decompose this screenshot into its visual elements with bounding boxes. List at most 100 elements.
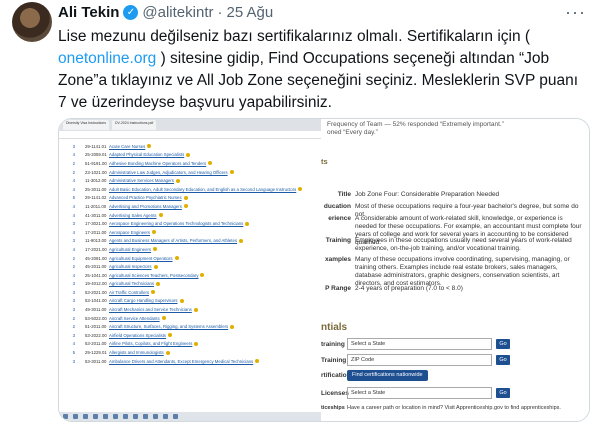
- occupation-title[interactable]: Aircraft Cargo Handling Supervisors: [109, 298, 178, 303]
- license-state-select[interactable]: Select a State: [347, 387, 492, 399]
- occupation-row[interactable]: 2 45-2091.00 Agricultural Equipment Oper…: [59, 254, 321, 263]
- occupation-row[interactable]: 3 19-4012.00 Agricultural Technicians: [59, 280, 321, 289]
- tweet-link[interactable]: onetonline.org: [58, 50, 156, 67]
- zone-number: 4: [72, 178, 75, 184]
- occupation-code: 17-2011.00: [85, 229, 107, 235]
- row-value: Many of these occupations involve coordi…: [355, 256, 570, 287]
- zone-number: 3: [72, 307, 75, 313]
- taskbar-icon: [153, 414, 158, 419]
- occupation-code: 53-2021.00: [85, 289, 107, 295]
- row-key: Training: [325, 237, 351, 244]
- zone-number: 4: [72, 272, 75, 278]
- occupation-title[interactable]: Administrative Services Managers: [109, 178, 174, 183]
- state-select[interactable]: Select a State: [347, 338, 492, 350]
- occupation-row[interactable]: 4 41-3011.00 Advertising Sales Agents: [59, 211, 321, 220]
- zone-number: 3: [72, 298, 75, 304]
- occupation-row[interactable]: 2 51-9191.00 Adhesive Bonding Machine Op…: [59, 159, 321, 168]
- license-form-row: Licenses Select a State Go: [321, 387, 510, 399]
- occupation-title[interactable]: Adult Basic Education, Adult Secondary E…: [109, 187, 296, 192]
- occupation-row[interactable]: 2 23-1021.00 Administrative Law Judges, …: [59, 168, 321, 177]
- job-zone-row: Training Employees in these occupations …: [321, 237, 585, 253]
- taskbar-icon: [103, 414, 108, 419]
- occupation-title[interactable]: Allergists and Immunologists: [109, 350, 164, 355]
- occupation-title[interactable]: Advanced Practice Psychiatric Nurses: [109, 195, 182, 200]
- bright-outlook-icon: [151, 290, 156, 295]
- occupation-row[interactable]: 3 53-2022.00 Airfield Operations Special…: [59, 331, 321, 340]
- occupation-row[interactable]: 2 53-5022.00 Aircraft Service Attendants: [59, 314, 321, 323]
- occupation-title[interactable]: Agricultural Equipment Operators: [109, 256, 173, 261]
- occupation-row[interactable]: 3 29-1141.01 Acute Care Nurses: [59, 142, 321, 151]
- occupation-title[interactable]: Aerospace Engineers: [109, 230, 150, 235]
- apprenticeship-text[interactable]: Have a career path or location in mind? …: [347, 405, 561, 411]
- occupation-row[interactable]: 2 51-2011.00 Aircraft Structure, Surface…: [59, 322, 321, 331]
- bright-outlook-icon: [147, 144, 152, 149]
- occupation-code: 29-1229.01: [85, 350, 107, 356]
- bright-outlook-icon: [161, 316, 166, 321]
- occupation-row[interactable]: 4 53-2011.00 Airline Pilots, Copilots, a…: [59, 340, 321, 349]
- occupation-title[interactable]: Agricultural Sciences Teachers, Postseco…: [109, 273, 198, 278]
- occupation-row[interactable]: 4 25-3011.00 Adult Basic Education, Adul…: [59, 185, 321, 194]
- occupation-title[interactable]: Agricultural Engineers: [109, 247, 151, 252]
- more-options-icon[interactable]: ···: [565, 2, 586, 23]
- occupation-row[interactable]: 3 53-2021.00 Air Traffic Controllers: [59, 288, 321, 297]
- occupation-title[interactable]: Agricultural Technicians: [109, 281, 154, 286]
- occupation-title[interactable]: Adapted Physical Education Specialists: [109, 152, 184, 157]
- go-button[interactable]: Go: [496, 355, 510, 365]
- zip-form-row: Training ZIP Code Go: [321, 354, 510, 366]
- job-zone-row: xamples Many of these occupations involv…: [321, 256, 585, 288]
- zip-input[interactable]: ZIP Code: [347, 354, 492, 366]
- author-handle[interactable]: @alitekintr: [142, 4, 213, 21]
- occupation-list: 3 29-1141.01 Acute Care Nurses 4 25-2059…: [59, 139, 321, 365]
- author-name[interactable]: Ali Tekin: [58, 4, 119, 21]
- occupation-title[interactable]: Acute Care Nurses: [109, 144, 145, 149]
- occupation-title[interactable]: Advertising and Promotions Managers: [109, 204, 182, 209]
- occupation-title[interactable]: Aerospace Engineering and Operations Tec…: [109, 221, 243, 226]
- occupation-row[interactable]: 3 49-3011.00 Aircraft Mechanics and Serv…: [59, 305, 321, 314]
- occupation-row[interactable]: 2 45-2011.00 Agricultural Inspectors: [59, 262, 321, 271]
- occupation-row[interactable]: 4 11-2011.00 Advertising and Promotions …: [59, 202, 321, 211]
- occupation-title[interactable]: Airfield Operations Specialists: [109, 333, 166, 338]
- occupation-code: 29-1141.02: [85, 195, 107, 201]
- row-key: Title: [337, 191, 351, 198]
- go-button[interactable]: Go: [496, 339, 510, 349]
- bright-outlook-icon: [174, 256, 179, 261]
- occupation-row[interactable]: 3 53-3011.00 Ambulance Drivers and Atten…: [59, 357, 321, 366]
- taskbar-icon: [123, 414, 128, 419]
- browser-tab: DV-2024 Instructions.pdf: [112, 120, 157, 130]
- occupation-title[interactable]: Aircraft Mechanics and Service Technicia…: [109, 307, 192, 312]
- row-key: xamples: [324, 256, 351, 263]
- occupation-title[interactable]: Adhesive Bonding Machine Operators and T…: [109, 161, 206, 166]
- occupation-row[interactable]: 3 53-1041.00 Aircraft Cargo Handling Sup…: [59, 297, 321, 306]
- taskbar-icon: [83, 414, 88, 419]
- occupation-title[interactable]: Ambulance Drivers and Attendants, Except…: [109, 359, 253, 364]
- author-avatar[interactable]: [12, 2, 52, 42]
- occupation-row[interactable]: 3 17-3021.00 Aerospace Engineering and O…: [59, 219, 321, 228]
- occupation-code: 19-4012.00: [85, 281, 107, 287]
- occupation-code: 53-1041.00: [85, 298, 107, 304]
- occupation-title[interactable]: Aircraft Service Attendants: [109, 316, 160, 321]
- occupation-title[interactable]: Administrative Law Judges, Adjudicators,…: [109, 170, 228, 175]
- occupation-row[interactable]: 3 11-9013.00 Agents and Business Manager…: [59, 237, 321, 246]
- bright-outlook-icon: [183, 204, 188, 209]
- occupation-row[interactable]: 5 29-1229.01 Allergists and Immunologist…: [59, 348, 321, 357]
- occupation-row[interactable]: 4 11-3012.00 Administrative Services Man…: [59, 176, 321, 185]
- occupation-code: 51-2011.00: [85, 324, 107, 330]
- occupation-title[interactable]: Agricultural Inspectors: [109, 264, 152, 269]
- tweet-date[interactable]: 25 Ağu: [227, 4, 274, 21]
- go-button[interactable]: Go: [496, 388, 510, 398]
- occupation-row[interactable]: 4 17-2021.00 Agricultural Engineers: [59, 245, 321, 254]
- occupation-row[interactable]: 4 17-2011.00 Aerospace Engineers: [59, 228, 321, 237]
- tweet-media-image[interactable]: Diversity Visa Instructions DV-2024 Inst…: [58, 118, 590, 422]
- tweet-text: Lise mezunu değilseniz bazı sertifikalar…: [58, 26, 590, 114]
- bright-outlook-icon: [255, 359, 260, 364]
- occupation-row[interactable]: 4 25-1041.00 Agricultural Sciences Teach…: [59, 271, 321, 280]
- occupation-title[interactable]: Airline Pilots, Copilots, and Flight Eng…: [109, 341, 192, 346]
- occupation-row[interactable]: 5 29-1141.02 Advanced Practice Psychiatr…: [59, 194, 321, 203]
- occupation-row[interactable]: 4 25-2059.01 Adapted Physical Education …: [59, 151, 321, 160]
- occupation-title[interactable]: Advertising Sales Agents: [109, 213, 157, 218]
- occupation-title[interactable]: Agents and Business Managers of Artists,…: [109, 238, 237, 243]
- bright-outlook-icon: [230, 324, 235, 329]
- occupation-title[interactable]: Aircraft Structure, Surfaces, Rigging, a…: [109, 324, 228, 329]
- find-certifications-button[interactable]: Find certifications nationwide: [347, 370, 428, 381]
- occupation-title[interactable]: Air Traffic Controllers: [109, 290, 149, 295]
